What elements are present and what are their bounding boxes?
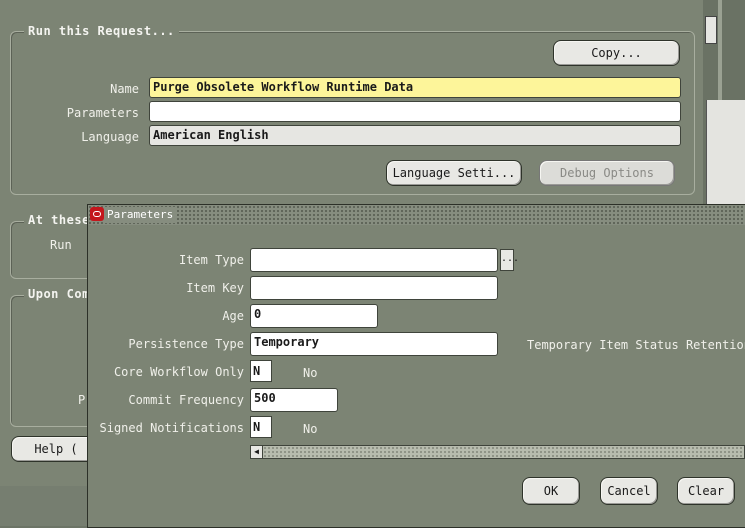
cancel-button[interactable]: Cancel <box>600 477 658 505</box>
signed-notifications-description: No <box>303 422 318 436</box>
persistence-type-label: Persistence Type <box>128 337 244 351</box>
background-window-control <box>705 16 717 44</box>
copy-button[interactable]: Copy... <box>553 40 680 66</box>
item-key-field[interactable] <box>250 276 498 300</box>
parameters-field[interactable] <box>149 101 681 122</box>
signed-notifications-label: Signed Notifications <box>99 421 245 435</box>
scroll-left-icon[interactable]: ◀ <box>250 445 263 459</box>
debug-options-button[interactable]: Debug Options <box>539 160 675 186</box>
list-of-values-button[interactable]: ... <box>500 249 519 271</box>
core-workflow-only-label: Core Workflow Only <box>113 365 244 379</box>
core-workflow-only-field[interactable]: N <box>250 360 272 382</box>
commit-frequency-field[interactable]: 500 <box>250 388 338 412</box>
name-label: Name <box>110 82 139 96</box>
parameters-dialog-titlebar[interactable] <box>88 205 745 225</box>
run-request-group-title: Run this Request... <box>24 24 179 38</box>
age-field[interactable]: 0 <box>250 304 378 328</box>
parameters-label: Parameters <box>66 106 139 120</box>
core-workflow-only-description: No <box>303 366 318 380</box>
persistence-type-field[interactable]: Temporary <box>250 332 498 356</box>
item-type-field[interactable] <box>250 248 498 272</box>
signed-notifications-field[interactable]: N <box>250 416 272 438</box>
age-label: Age <box>222 309 244 323</box>
name-field[interactable]: Purge Obsolete Workflow Runtime Data <box>149 77 681 98</box>
item-key-label: Item Key <box>186 281 244 295</box>
language-settings-button[interactable]: Language Setti... <box>386 160 522 186</box>
parameters-dialog-title: Parameters <box>104 207 177 223</box>
horizontal-scrollbar[interactable] <box>250 445 745 459</box>
completion-group-title: Upon Com <box>24 287 94 301</box>
oracle-logo-icon <box>90 207 104 221</box>
schedule-group-title: At these <box>24 213 94 227</box>
background-window-panel <box>706 100 745 218</box>
ok-button[interactable]: OK <box>522 477 580 505</box>
persistence-type-description: Temporary Item Status Retention <box>527 338 745 352</box>
language-field[interactable]: American English <box>149 125 681 146</box>
item-type-label: Item Type <box>178 253 244 267</box>
clear-button[interactable]: Clear <box>677 477 735 505</box>
commit-frequency-label: Commit Frequency <box>128 393 244 407</box>
language-label: Language <box>81 130 139 144</box>
run-label: Run <box>50 238 72 252</box>
